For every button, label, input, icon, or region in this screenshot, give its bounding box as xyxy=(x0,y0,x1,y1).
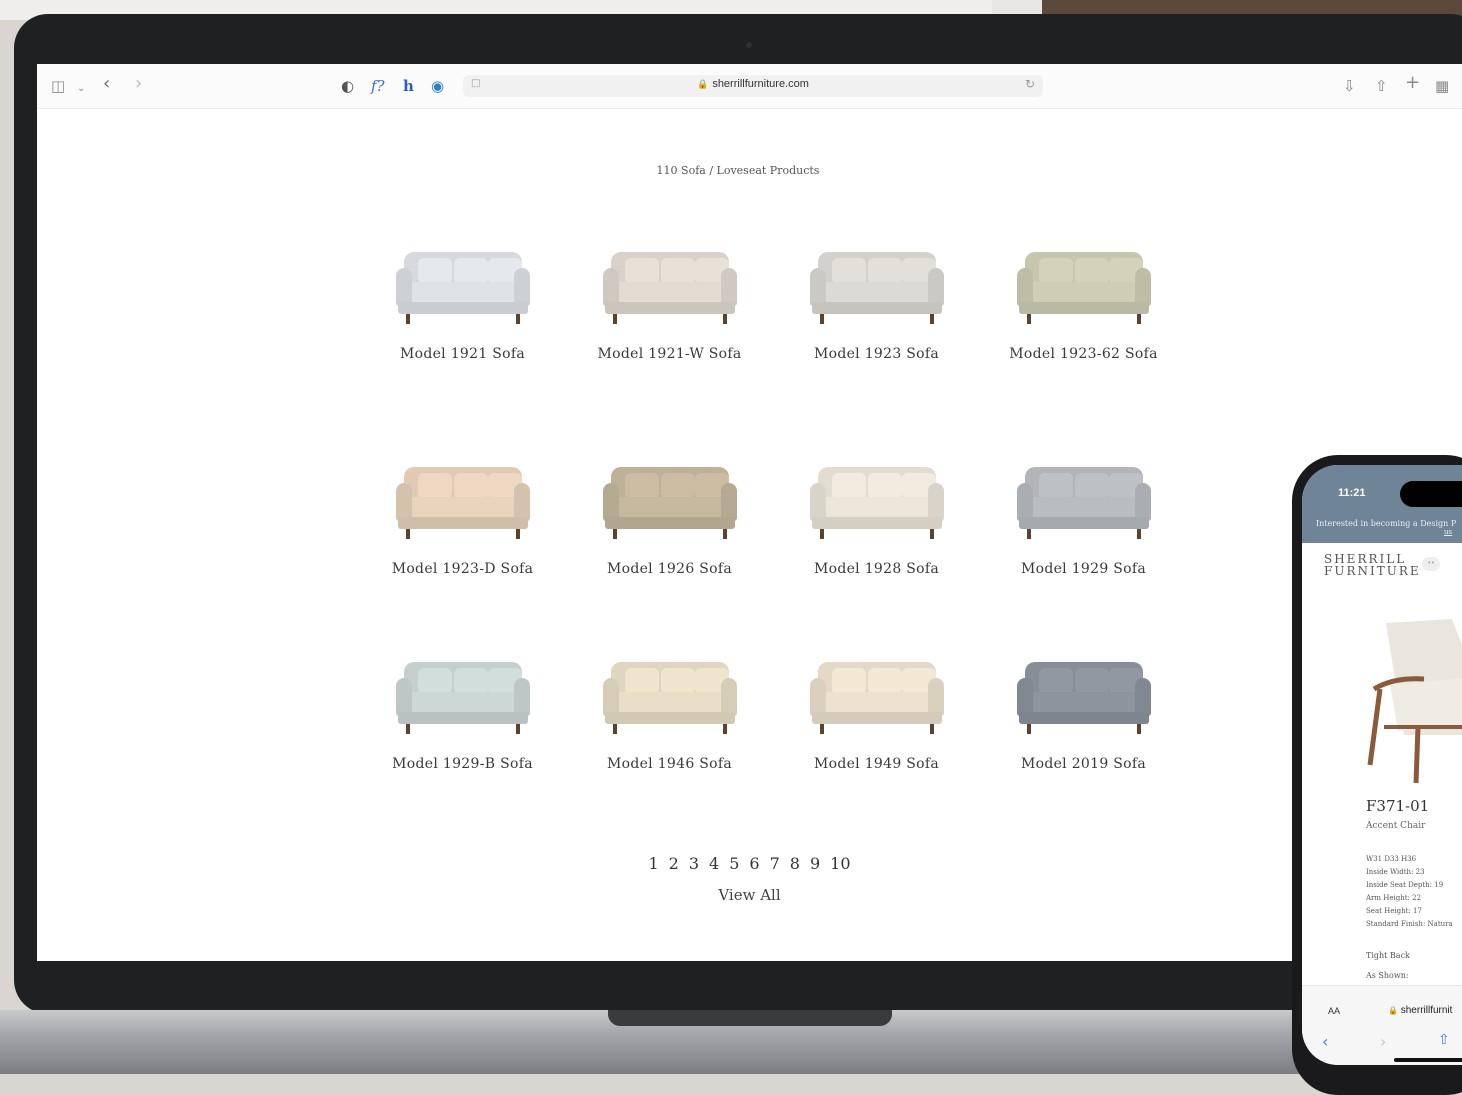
plus-icon[interactable]: + xyxy=(1405,73,1420,93)
sofa-image[interactable] xyxy=(802,644,952,744)
address-url: sherrillfurniture.com xyxy=(712,78,809,90)
product-name[interactable]: Model 1946 Sofa xyxy=(566,756,773,772)
chevron-down-icon[interactable]: ⌄ xyxy=(77,79,85,99)
phone-as-shown: As Shown: xyxy=(1366,971,1409,980)
phone-banner-text: Interested in becoming a Design P xyxy=(1316,519,1457,528)
page-link[interactable]: 3 xyxy=(689,854,699,873)
phone-back-icon[interactable]: ‹ xyxy=(1322,1032,1328,1051)
laptop-camera xyxy=(746,42,752,48)
text-size-button[interactable]: AA xyxy=(1328,1006,1340,1016)
sofa-image[interactable] xyxy=(595,644,745,744)
privacy-shield-icon[interactable]: ◐ xyxy=(341,76,354,96)
product-card[interactable]: Model 1928 Sofa xyxy=(773,449,980,577)
sofa-image[interactable] xyxy=(595,449,745,549)
phone-banner[interactable]: Interested in becoming a Design P us xyxy=(1302,515,1462,543)
product-card[interactable]: Model 1949 Sofa xyxy=(773,644,980,772)
sofa-image[interactable] xyxy=(802,234,952,334)
reload-icon[interactable]: ↻ xyxy=(1025,77,1035,91)
sofa-image[interactable] xyxy=(1009,449,1159,549)
page-link[interactable]: 9 xyxy=(810,854,820,873)
product-card[interactable]: Model 1921-W Sofa xyxy=(566,234,773,362)
product-name[interactable]: Model 1923 Sofa xyxy=(773,346,980,362)
h-extension-icon[interactable]: h xyxy=(403,76,414,96)
dynamic-island xyxy=(1400,481,1462,507)
sherrill-logo[interactable]: SHERRILL FURNITURE xyxy=(1324,553,1421,577)
lock-icon: 🔒 xyxy=(1388,1006,1398,1015)
product-count: 110 Sofa / Loveseat Products xyxy=(656,164,820,177)
phone: 11:21 Interested in becoming a Design P … xyxy=(1292,455,1462,1095)
sidebar-icon[interactable]: ◫ xyxy=(51,76,65,96)
spec-line: W31 D33 H36 xyxy=(1366,855,1417,863)
page-link[interactable]: 4 xyxy=(709,854,719,873)
accent-chair-image xyxy=(1367,619,1462,784)
view-all-link[interactable]: View All xyxy=(37,886,1462,904)
lock-icon: 🔒 xyxy=(697,79,709,89)
page-link[interactable]: 2 xyxy=(669,854,679,873)
pagination: 1 2 3 4 5 6 7 8 9 10 xyxy=(37,854,1462,873)
product-card[interactable]: Model 1923-62 Sofa xyxy=(980,234,1187,362)
product-name[interactable]: Model 1929 Sofa xyxy=(980,561,1187,577)
product-name[interactable]: Model 2019 Sofa xyxy=(980,756,1187,772)
product-card[interactable]: Model 1926 Sofa xyxy=(566,449,773,577)
spec-line: Inside Seat Depth: 19 xyxy=(1366,881,1444,889)
sofa-image[interactable] xyxy=(595,234,745,334)
font-extension-icon[interactable]: f? xyxy=(371,76,385,96)
spec-line: Standard Finish: Natura xyxy=(1366,920,1453,928)
product-name[interactable]: Model 1926 Sofa xyxy=(566,561,773,577)
download-icon[interactable]: ⇩ xyxy=(1343,76,1356,96)
product-card[interactable]: Model 1921 Sofa xyxy=(359,234,566,362)
sofa-image[interactable] xyxy=(388,449,538,549)
product-card[interactable]: Model 1923 Sofa xyxy=(773,234,980,362)
spec-line: Inside Width: 23 xyxy=(1366,868,1425,876)
sofa-image[interactable] xyxy=(1009,644,1159,744)
page-link[interactable]: 7 xyxy=(770,854,780,873)
phone-address-bar[interactable]: 🔒 sherrillfurnit xyxy=(1388,1005,1452,1016)
phone-screen: 11:21 Interested in becoming a Design P … xyxy=(1302,465,1462,1065)
product-name[interactable]: Model 1921 Sofa xyxy=(359,346,566,362)
spec-line: Arm Height: 22 xyxy=(1366,894,1422,902)
sofa-image[interactable] xyxy=(1009,234,1159,334)
phone-status-bar: 11:21 xyxy=(1302,465,1462,515)
page-link[interactable]: 8 xyxy=(790,854,800,873)
back-arrow-icon[interactable]: ‹ xyxy=(103,74,110,94)
browser-toolbar: ◫ ⌄ ‹ › ◐ f? h ◉ □ 🔒 sherrillfurniture.co… xyxy=(37,64,1462,109)
phone-menu-icon[interactable]: •• xyxy=(1422,557,1440,571)
phone-share-icon[interactable]: ⇧ xyxy=(1438,1032,1450,1048)
laptop-screen: ◫ ⌄ ‹ › ◐ f? h ◉ □ 🔒 sherrillfurniture.co… xyxy=(37,64,1462,961)
page-link[interactable]: 5 xyxy=(729,854,739,873)
home-indicator xyxy=(1394,1058,1462,1062)
tracker-extension-icon[interactable]: ◉ xyxy=(431,76,444,96)
tab-overview-icon[interactable]: ▦ xyxy=(1435,76,1449,96)
phone-banner-link[interactable]: us xyxy=(1444,528,1462,536)
laptop-hinge-notch xyxy=(608,1010,892,1026)
page-link[interactable]: 6 xyxy=(749,854,759,873)
page-link[interactable]: 10 xyxy=(830,854,850,873)
product-name[interactable]: Model 1923-62 Sofa xyxy=(980,346,1187,362)
product-card[interactable]: Model 1929 Sofa xyxy=(980,449,1187,577)
product-name[interactable]: Model 1921-W Sofa xyxy=(566,346,773,362)
forward-arrow-icon[interactable]: › xyxy=(135,74,142,94)
address-bar[interactable]: □ 🔒 sherrillfurniture.com ↻ xyxy=(463,75,1043,97)
phone-browser-bar: AA 🔒 sherrillfurnit ‹ › ⇧ xyxy=(1302,985,1462,1065)
share-icon[interactable]: ⇧ xyxy=(1375,76,1388,96)
product-name[interactable]: Model 1949 Sofa xyxy=(773,756,980,772)
product-name[interactable]: Model 1923-D Sofa xyxy=(359,561,566,577)
phone-product-specs: W31 D33 H36 Inside Width: 23 Inside Seat D… xyxy=(1366,853,1453,931)
spec-line: Seat Height: 17 xyxy=(1366,907,1422,915)
product-name[interactable]: Model 1928 Sofa xyxy=(773,561,980,577)
product-card[interactable]: Model 2019 Sofa xyxy=(980,644,1187,772)
product-card[interactable]: Model 1923-D Sofa xyxy=(359,449,566,577)
product-card[interactable]: Model 1946 Sofa xyxy=(566,644,773,772)
sofa-image[interactable] xyxy=(388,644,538,744)
phone-product-type: Accent Chair xyxy=(1366,821,1426,831)
phone-product-model: F371-01 xyxy=(1366,797,1430,815)
phone-back-style: Tight Back xyxy=(1366,951,1410,960)
phone-forward-icon[interactable]: › xyxy=(1380,1032,1386,1051)
product-card[interactable]: Model 1929-B Sofa xyxy=(359,644,566,772)
page-link[interactable]: 1 xyxy=(648,854,658,873)
sofa-image[interactable] xyxy=(802,449,952,549)
sofa-image[interactable] xyxy=(388,234,538,334)
product-name[interactable]: Model 1929-B Sofa xyxy=(359,756,566,772)
phone-time: 11:21 xyxy=(1338,487,1366,499)
